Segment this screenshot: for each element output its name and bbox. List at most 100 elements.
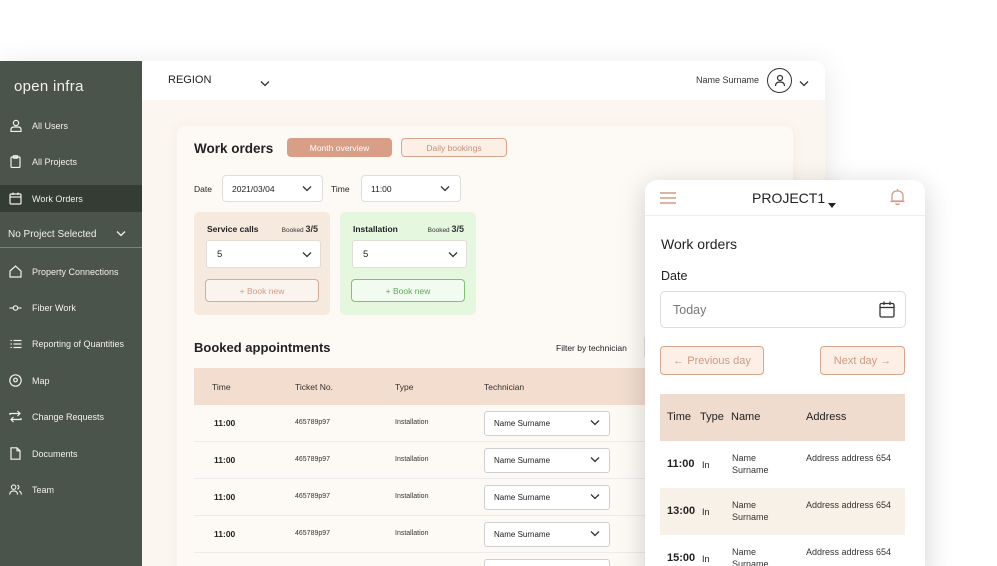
technician-select[interactable]: Name Surname bbox=[484, 522, 610, 547]
mobile-date-input[interactable]: Today bbox=[660, 291, 906, 328]
sidebar-item-label: Reporting of Quantities bbox=[32, 338, 125, 349]
sidebar-item-label: Fiber Work bbox=[32, 302, 76, 313]
sidebar-item-team[interactable]: Team bbox=[0, 476, 142, 503]
sidebar-item-all-projects[interactable]: All Projects bbox=[0, 148, 142, 175]
date-value: 2021/03/04 bbox=[232, 183, 275, 194]
date-select[interactable]: 2021/03/04 bbox=[222, 175, 323, 202]
column-header: Technician bbox=[484, 382, 525, 392]
technician-select[interactable]: Name Surname bbox=[484, 411, 610, 436]
row-address: Address address 654 bbox=[806, 453, 892, 463]
technician-value: Name Surname bbox=[494, 493, 551, 502]
sidebar-item-reporting[interactable]: Reporting of Quantities bbox=[0, 330, 142, 357]
row-time: 11:00 bbox=[214, 418, 236, 428]
time-select[interactable]: 11:00 bbox=[361, 175, 461, 202]
book-new-button[interactable]: + Book new bbox=[351, 279, 465, 302]
row-type: Installation bbox=[395, 530, 429, 537]
row-type: Installation bbox=[395, 493, 429, 500]
canvas: open infra All Users All Projects Work O… bbox=[0, 0, 997, 566]
technician-select[interactable]: Name Surname bbox=[484, 485, 610, 510]
list-icon bbox=[9, 337, 22, 350]
sidebar-item-label: Change Requests bbox=[32, 411, 105, 422]
sidebar-item-work-orders[interactable]: Work Orders bbox=[0, 185, 142, 212]
sidebar-item-label: Team bbox=[32, 484, 55, 495]
sidebar-item-map[interactable]: Map bbox=[0, 367, 142, 394]
previous-day-button[interactable]: ← Previous day bbox=[660, 346, 764, 375]
row-ticket: 465789p97 bbox=[295, 493, 331, 500]
tab-month-overview[interactable]: Month overview bbox=[287, 138, 392, 157]
column-header: Address bbox=[806, 411, 847, 423]
chevron-down-icon bbox=[116, 229, 126, 240]
next-day-button[interactable]: Next day → bbox=[820, 346, 905, 375]
slot-count-select[interactable]: 5 bbox=[352, 240, 467, 268]
column-header: Ticket No. bbox=[295, 382, 333, 392]
row-type: In bbox=[702, 554, 710, 564]
row-type: Installation bbox=[395, 419, 429, 426]
mobile-top-bar: PROJECT1 bbox=[645, 180, 925, 216]
filter-label: Filter by technician bbox=[556, 343, 627, 353]
technician-select[interactable] bbox=[484, 559, 610, 566]
region-select[interactable]: REGION bbox=[168, 74, 211, 86]
slot-count-select[interactable]: 5 bbox=[206, 240, 321, 268]
chevron-down-icon bbox=[302, 184, 312, 194]
project-select-label: No Project Selected bbox=[8, 229, 97, 240]
sidebar-item-fiber-work[interactable]: Fiber Work bbox=[0, 294, 142, 321]
project-selector[interactable]: PROJECT1 bbox=[752, 190, 825, 206]
chevron-down-icon[interactable] bbox=[260, 74, 270, 92]
tab-daily-bookings[interactable]: Daily bookings bbox=[401, 138, 507, 157]
sidebar-item-property-connections[interactable]: Property Connections bbox=[0, 258, 142, 285]
technician-select[interactable]: Name Surname bbox=[484, 448, 610, 473]
bell-icon[interactable] bbox=[890, 188, 905, 211]
list-item[interactable]: 13:00 In Name Surname Address address 65… bbox=[660, 488, 905, 535]
chevron-down-icon bbox=[302, 250, 312, 261]
slot-title: Service calls bbox=[207, 224, 259, 234]
chevron-down-icon bbox=[590, 493, 600, 502]
chevron-down-icon bbox=[448, 250, 458, 261]
user-name[interactable]: Name Surname bbox=[696, 75, 759, 85]
row-address: Address address 654 bbox=[806, 500, 892, 510]
mobile-view: PROJECT1 Work orders Date Today ← Previo… bbox=[645, 180, 925, 566]
sidebar-item-all-users[interactable]: All Users bbox=[0, 112, 142, 139]
technician-value: Name Surname bbox=[494, 530, 551, 539]
chevron-down-icon bbox=[590, 530, 600, 539]
calendar-icon[interactable] bbox=[879, 301, 895, 321]
row-time: 11:00 bbox=[214, 529, 236, 539]
date-label: Date bbox=[194, 184, 212, 194]
map-pin-icon bbox=[9, 374, 22, 387]
column-header: Time bbox=[667, 411, 692, 423]
sidebar-item-label: Documents bbox=[32, 448, 78, 459]
book-new-button[interactable]: + Book new bbox=[205, 279, 319, 302]
sidebar-item-label: Property Connections bbox=[32, 266, 119, 277]
row-time: 11:00 bbox=[667, 458, 695, 470]
row-name: Name Surname bbox=[732, 453, 769, 475]
sidebar-item-label: All Users bbox=[32, 120, 69, 131]
avatar[interactable] bbox=[767, 68, 792, 93]
list-item[interactable]: 11:00 In Name Surname Address address 65… bbox=[660, 441, 905, 488]
calendar-icon bbox=[9, 192, 22, 205]
time-value: 11:00 bbox=[371, 183, 392, 194]
list-item[interactable]: 15:00 In Name Surname Address address 65… bbox=[660, 535, 905, 566]
chevron-down-icon bbox=[440, 184, 450, 194]
slot-booked: Booked 3/5 bbox=[282, 224, 318, 234]
sidebar-item-documents[interactable]: Documents bbox=[0, 440, 142, 467]
document-icon bbox=[9, 447, 22, 460]
row-ticket: 465789p97 bbox=[295, 456, 331, 463]
slot-booked: Booked 3/5 bbox=[428, 224, 464, 234]
sidebar-item-label: Map bbox=[32, 375, 50, 386]
time-label: Time bbox=[331, 184, 350, 194]
slot-count-value: 5 bbox=[363, 248, 369, 260]
sidebar-item-change-requests[interactable]: Change Requests bbox=[0, 403, 142, 430]
row-ticket: 465789p97 bbox=[295, 419, 331, 426]
sidebar: open infra All Users All Projects Work O… bbox=[0, 61, 142, 566]
mobile-date-placeholder: Today bbox=[673, 302, 707, 317]
service-calls-slot: Service calls Booked 3/5 5 + Book new bbox=[194, 212, 330, 315]
column-header: Type bbox=[700, 411, 724, 423]
row-time: 13:00 bbox=[667, 505, 696, 517]
project-select[interactable]: No Project Selected bbox=[0, 222, 142, 248]
slot-title: Installation bbox=[353, 224, 398, 234]
caret-down-icon[interactable] bbox=[828, 195, 836, 213]
menu-icon[interactable] bbox=[660, 191, 676, 209]
row-type: Installation bbox=[395, 456, 429, 463]
row-name: Name Surname bbox=[732, 547, 769, 566]
row-ticket: 465789p97 bbox=[295, 530, 331, 537]
chevron-down-icon[interactable] bbox=[799, 74, 809, 92]
